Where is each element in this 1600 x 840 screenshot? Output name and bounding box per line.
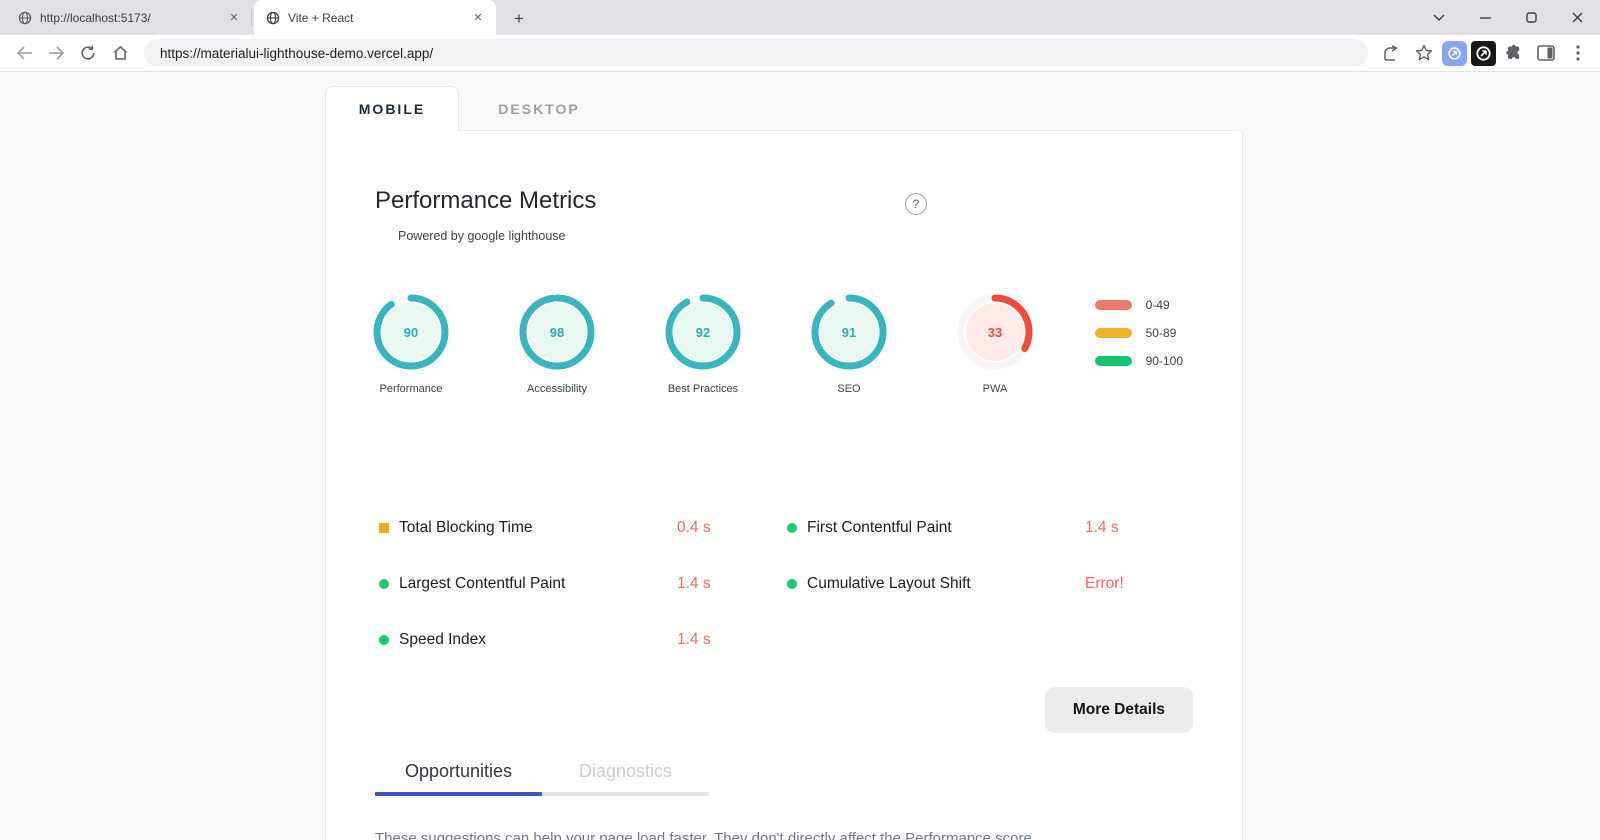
reload-button[interactable]	[73, 38, 103, 68]
gauge-accessibility: 98 Accessibility	[484, 290, 630, 395]
metric-empty-cell	[787, 625, 1145, 654]
browser-tab-vite-react[interactable]: Vite + React ✕	[254, 0, 496, 35]
tab-close-icon[interactable]: ✕	[226, 10, 242, 26]
gauge-value: 90	[403, 324, 419, 340]
address-bar[interactable]: https://materialui-lighthouse-demo.verce…	[144, 39, 1368, 67]
section-tabs: Opportunities Diagnostics	[375, 761, 1193, 796]
gauges-row: 90 Performance 98 Accessibility 92 Best …	[338, 290, 1193, 395]
tab-mobile[interactable]: MOBILE	[325, 86, 459, 131]
metric-label: Cumulative Layout Shift	[807, 574, 971, 592]
home-button[interactable]	[105, 38, 135, 68]
metric-row: Total Blocking Time 0.4 s	[379, 513, 737, 542]
globe-favicon-icon	[266, 11, 280, 24]
active-tab-underline	[375, 792, 542, 796]
gauge-value: 91	[841, 324, 857, 340]
window-close-button[interactable]	[1554, 0, 1600, 35]
window-maximize-button[interactable]	[1508, 0, 1554, 35]
gauge-pwa: 33 PWA	[922, 290, 1068, 395]
browser-tabstrip: http://localhost:5173/ ✕ Vite + React ✕ …	[0, 0, 1600, 35]
share-icon[interactable]	[1378, 39, 1406, 67]
more-details-button[interactable]: More Details	[1044, 687, 1193, 733]
tab-diagnostics[interactable]: Diagnostics	[542, 761, 709, 796]
legend-row: 90-100	[1094, 354, 1183, 368]
extensions-puzzle-icon[interactable]	[1500, 39, 1528, 67]
metrics-grid: Total Blocking Time 0.4 s First Contentf…	[379, 513, 1193, 654]
metric-value: 1.4 s	[1085, 518, 1119, 536]
metric-row: Cumulative Layout Shift Error!	[787, 569, 1145, 598]
metric-bullet-icon	[379, 522, 389, 533]
legend-color-pill	[1094, 356, 1132, 366]
globe-favicon-icon	[18, 11, 32, 24]
tab-mobile-label: MOBILE	[358, 101, 426, 117]
gauge-performance: 90 Performance	[338, 290, 484, 395]
metric-value: 1.4 s	[677, 630, 711, 648]
gauge-best-practices: 92 Best Practices	[630, 290, 776, 395]
forward-button[interactable]	[41, 38, 71, 68]
metric-value: 1.4 s	[677, 574, 711, 592]
legend-color-pill	[1094, 328, 1132, 338]
window-minimize-button[interactable]	[1462, 0, 1508, 35]
browser-toolbar: https://materialui-lighthouse-demo.verce…	[0, 35, 1600, 72]
extension-black-icon[interactable]	[1471, 40, 1496, 66]
metric-row: First Contentful Paint 1.4 s	[787, 513, 1145, 542]
page-title: Performance Metrics	[375, 187, 597, 214]
tab-divider	[251, 9, 252, 26]
kebab-menu-icon[interactable]	[1564, 39, 1592, 67]
gauge-ring: 90	[369, 290, 453, 374]
legend-range-label: 90-100	[1145, 354, 1183, 368]
back-button[interactable]	[9, 38, 39, 68]
side-panel-icon[interactable]	[1532, 39, 1560, 67]
metric-row: Largest Contentful Paint 1.4 s	[379, 569, 737, 598]
legend-row: 50-89	[1094, 326, 1183, 340]
metric-value: 0.4 s	[677, 518, 711, 536]
gauge-ring: 91	[807, 290, 891, 374]
gauge-label: Performance	[379, 383, 443, 395]
metric-value: Error!	[1085, 574, 1124, 592]
legend-color-pill	[1094, 300, 1132, 310]
legend-row: 0-49	[1094, 298, 1183, 312]
gauge-ring: 33	[953, 290, 1037, 374]
tab-desktop-label: DESKTOP	[498, 100, 580, 117]
gauge-label: Accessibility	[527, 383, 587, 395]
metric-label: First Contentful Paint	[807, 518, 952, 536]
score-legend: 0-49 50-89 90-100	[1094, 298, 1183, 368]
url-text: https://materialui-lighthouse-demo.verce…	[160, 45, 434, 61]
gauge-label: Best Practices	[667, 383, 739, 395]
gauge-ring: 92	[661, 290, 745, 374]
page-subtitle: Powered by google lighthouse	[398, 229, 566, 243]
gauge-value: 33	[987, 324, 1003, 340]
metric-row: Speed Index 1.4 s	[379, 625, 737, 654]
metric-label: Total Blocking Time	[399, 518, 533, 536]
tab-desktop[interactable]: DESKTOP	[459, 86, 619, 131]
gauge-value: 92	[695, 324, 711, 340]
tab-opportunities[interactable]: Opportunities	[375, 761, 542, 796]
metric-label: Largest Contentful Paint	[399, 574, 566, 592]
opportunities-description: These suggestions can help your page loa…	[375, 830, 1037, 840]
browser-tab-localhost[interactable]: http://localhost:5173/ ✕	[6, 0, 252, 35]
gauge-seo: 91 SEO	[776, 290, 922, 395]
help-icon[interactable]: ?	[905, 193, 927, 215]
page-content: MOBILE DESKTOP Performance Metrics Power…	[0, 72, 1600, 840]
gauge-ring: 98	[515, 290, 599, 374]
device-tabs: MOBILE DESKTOP	[325, 86, 619, 131]
tab-title: Vite + React	[288, 10, 354, 25]
idle-tab-underline	[542, 792, 709, 796]
metric-label: Speed Index	[399, 630, 487, 648]
legend-range-label: 0-49	[1145, 298, 1170, 312]
tab-close-icon[interactable]: ✕	[470, 10, 486, 26]
metric-bullet-icon	[379, 578, 389, 589]
extension-blue-icon[interactable]	[1442, 40, 1467, 66]
legend-range-label: 50-89	[1145, 326, 1177, 340]
tab-title: http://localhost:5173/	[40, 10, 151, 25]
metric-bullet-icon	[379, 634, 389, 645]
gauge-label: SEO	[837, 383, 861, 395]
window-menu-chevron-icon[interactable]	[1416, 0, 1462, 35]
bookmark-star-icon[interactable]	[1410, 39, 1438, 67]
metric-bullet-icon	[787, 522, 797, 533]
performance-card: Performance Metrics Powered by google li…	[325, 130, 1243, 840]
metric-bullet-icon	[787, 578, 797, 589]
gauge-label: PWA	[982, 383, 1008, 395]
new-tab-button[interactable]: +	[506, 6, 532, 32]
gauge-value: 98	[549, 324, 565, 340]
